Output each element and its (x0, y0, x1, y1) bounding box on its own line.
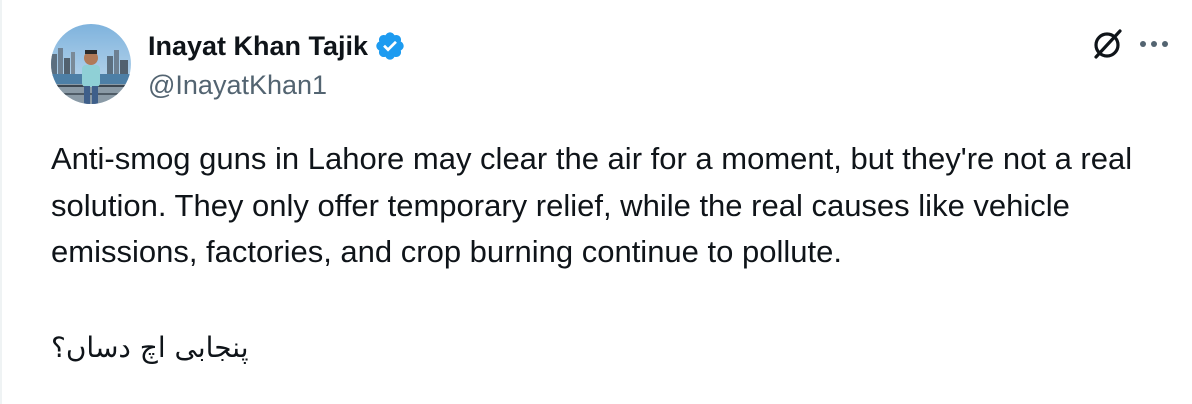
tweet-text: Anti-smog guns in Lahore may clear the a… (51, 141, 1141, 269)
grok-icon[interactable] (1086, 22, 1130, 66)
author-display-name[interactable]: Inayat Khan Tajik (148, 31, 368, 62)
tweet-urdu-line: پنجابی اچ دساں؟ (51, 331, 249, 364)
tweet-card[interactable]: Inayat Khan Tajik @InayatKhan1 Anti-smog… (0, 0, 1192, 404)
avatar[interactable] (51, 24, 131, 104)
tweet-header: Inayat Khan Tajik @InayatKhan1 (51, 24, 406, 104)
author-names: Inayat Khan Tajik @InayatKhan1 (148, 28, 406, 101)
verified-badge-icon[interactable] (374, 30, 406, 62)
tweet-actions (1086, 22, 1176, 66)
more-icon[interactable] (1132, 22, 1176, 66)
name-row: Inayat Khan Tajik (148, 28, 406, 64)
author-handle[interactable]: @InayatKhan1 (148, 70, 406, 101)
avatar-photo (51, 24, 131, 104)
